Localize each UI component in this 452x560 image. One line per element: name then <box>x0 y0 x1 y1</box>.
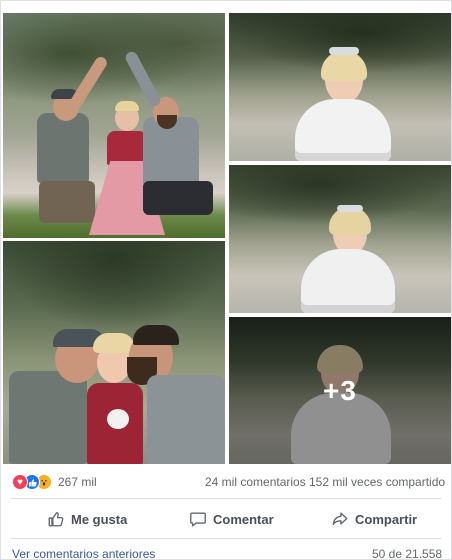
post-stats: ♥ 267 mil 24 mil comentarios 152 mil vec… <box>1 467 451 497</box>
flower-bouquet <box>107 409 129 429</box>
comments-pager: 50 de 21.558 <box>372 547 443 560</box>
man-left-pants <box>39 181 95 223</box>
like-button-label: Me gusta <box>71 511 128 527</box>
shares-count-link[interactable]: 152 mil veces compartido <box>309 475 445 489</box>
man-right-hair <box>133 325 179 345</box>
share-button[interactable]: Compartir <box>331 506 417 532</box>
comment-bubble-icon <box>189 510 207 528</box>
comment-button[interactable]: Comentar <box>189 506 274 532</box>
like-button[interactable]: Me gusta <box>47 506 127 532</box>
man-right-shirt <box>147 375 225 464</box>
more-photos-count[interactable]: +3 <box>229 317 451 464</box>
girl-hair <box>115 101 139 111</box>
post-photo-3[interactable] <box>229 165 451 313</box>
post-card: +3 ♥ 267 mil 24 mil comentarios 152 mil … <box>0 0 452 560</box>
tiara <box>337 205 363 212</box>
man-left-shirt <box>37 113 89 183</box>
share-arrow-icon <box>331 510 349 528</box>
reactions-count[interactable]: 267 mil <box>58 475 97 489</box>
comment-button-label: Comentar <box>213 511 274 527</box>
man-left-shirt <box>9 371 87 464</box>
stats-divider <box>11 498 441 499</box>
post-header-fragment <box>1 1 451 13</box>
love-reaction-icon: ♥ <box>12 474 28 490</box>
thumbs-up-icon <box>47 510 65 528</box>
actions-divider <box>11 538 441 539</box>
comments-count-link[interactable]: 24 mil comentarios <box>205 475 306 489</box>
share-button-label: Compartir <box>355 511 418 527</box>
trees-background <box>3 241 225 331</box>
trees-background <box>3 13 225 113</box>
view-previous-comments-link[interactable]: Ver comentarios anteriores <box>12 547 155 559</box>
post-photo-1[interactable] <box>3 13 225 238</box>
post-actions: Me gusta Comentar Compartir <box>1 502 451 536</box>
post-photo-5[interactable]: +3 <box>229 317 451 464</box>
man-right-pants <box>143 181 213 215</box>
girl-dress-top <box>107 131 147 165</box>
tiara <box>329 47 359 55</box>
post-photo-2[interactable] <box>229 13 451 161</box>
reactions-summary[interactable]: ♥ 267 mil <box>12 474 97 490</box>
post-photo-4[interactable] <box>3 241 225 464</box>
fur-wrap <box>301 249 395 313</box>
fur-wrap <box>295 99 391 161</box>
